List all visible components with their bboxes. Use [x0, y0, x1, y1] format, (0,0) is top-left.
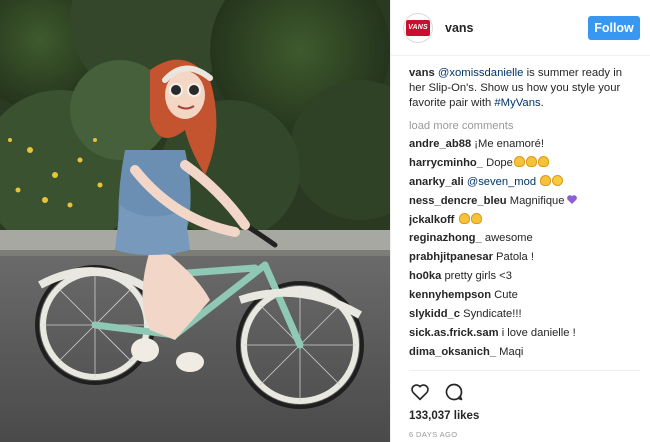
comment-username[interactable]: slykidd_c — [409, 308, 460, 320]
comment-username[interactable]: ho0ka — [409, 270, 441, 282]
comment-text: Dope — [486, 156, 513, 169]
comment-row: kennyhempson Cute — [409, 288, 640, 302]
comment-row: jckalkoff — [409, 212, 640, 227]
comment-bubble-icon-svg — [445, 383, 463, 401]
caption-text-end: . — [540, 97, 544, 109]
purple-heart-icon — [567, 194, 578, 204]
comment-text: Magnifique — [509, 194, 565, 207]
comment-text: awesome — [484, 232, 533, 245]
comment-username[interactable]: andre_ab88 — [409, 138, 471, 150]
comments-section: vans @xomissdanielle is summer ready in … — [409, 66, 640, 364]
clap-emoji-icon — [525, 155, 537, 167]
caption-username[interactable]: vans — [409, 67, 435, 79]
comment-username[interactable]: sick.as.frick.sam — [409, 327, 499, 339]
comment-text: ¡Me enamoré! — [474, 138, 544, 150]
comment-row: harrycminho_ Dope — [409, 155, 640, 170]
comment-mention[interactable]: @seven_mod — [467, 176, 536, 188]
post-photo-illustration — [0, 0, 390, 442]
comment-row: ness_dencre_bleu Magnifique — [409, 194, 640, 208]
comment-row: dima_oksanich_ Maqi — [409, 345, 640, 359]
post-sidebar: VANS vans Follow vans @xomissdanielle is… — [390, 0, 650, 442]
comment-text: i love danielle ! — [501, 326, 576, 339]
comment-username[interactable]: harrycminho_ — [409, 157, 483, 169]
comment-text: Cute — [494, 289, 518, 302]
comment-text: Syndicate!!! — [463, 308, 522, 321]
caption-hashtag[interactable]: #MyVans — [494, 97, 540, 109]
avatar[interactable]: VANS — [403, 12, 433, 43]
comment-text: pretty girls <3 — [444, 270, 512, 283]
post-actions: 133,037 likes 6 DAYS AGO — [409, 370, 640, 439]
comment-text: Maqi — [499, 345, 524, 358]
clap-emoji-icon — [513, 155, 525, 167]
post-timestamp: 6 DAYS AGO — [409, 430, 458, 439]
heart-outline-icon[interactable] — [409, 381, 431, 403]
heart-outline-icon-svg — [411, 384, 429, 401]
comment-username[interactable]: prabhjitpanesar — [409, 251, 493, 263]
post-photo[interactable] — [0, 0, 390, 442]
comment-username[interactable]: kennyhempson — [409, 289, 491, 301]
header-username[interactable]: vans — [445, 21, 588, 35]
clap-emoji-icon — [537, 155, 549, 167]
comment-list: andre_ab88 ¡Me enamoré! harrycminho_ Dope… — [409, 137, 640, 359]
comment-row: anarky_ali @seven_mod — [409, 174, 640, 189]
comment-row: sick.as.frick.sam i love danielle ! — [409, 326, 640, 340]
clap-emoji-icon — [540, 174, 552, 186]
logo-text: VANS — [408, 24, 428, 31]
comment-username[interactable]: ness_dencre_bleu — [409, 195, 507, 207]
clap-emoji-icon — [458, 212, 470, 224]
comment-row: ho0ka pretty girls <3 — [409, 269, 640, 283]
instagram-post: VANS vans Follow vans @xomissdanielle is… — [0, 0, 650, 442]
post-caption: vans @xomissdanielle is summer ready in … — [409, 66, 640, 111]
clap-emoji-icon — [470, 212, 482, 224]
vans-logo: VANS — [406, 19, 430, 36]
comment-username[interactable]: jckalkoff — [409, 214, 454, 226]
action-icons — [409, 379, 640, 405]
post-header: VANS vans Follow — [391, 0, 650, 56]
caption-mention[interactable]: @xomissdanielle — [438, 67, 524, 79]
load-more-comments-link[interactable]: load more comments — [409, 119, 640, 133]
comment-username[interactable]: dima_oksanich_ — [409, 346, 496, 358]
comment-row: reginazhong_ awesome — [409, 231, 640, 245]
comment-username[interactable]: anarky_ali — [409, 176, 464, 188]
comment-row: prabhjitpanesar Patola ! — [409, 250, 640, 264]
comment-row: slykidd_c Syndicate!!! — [409, 307, 640, 321]
comment-username[interactable]: reginazhong_ — [409, 232, 482, 244]
likes-count[interactable]: 133,037 likes — [409, 410, 640, 422]
comment-bubble-icon[interactable] — [443, 381, 465, 403]
follow-button[interactable]: Follow — [588, 15, 640, 40]
comment-row: andre_ab88 ¡Me enamoré! — [409, 137, 640, 151]
comment-text: Patola ! — [496, 251, 534, 264]
grin-emoji-icon — [552, 174, 564, 186]
